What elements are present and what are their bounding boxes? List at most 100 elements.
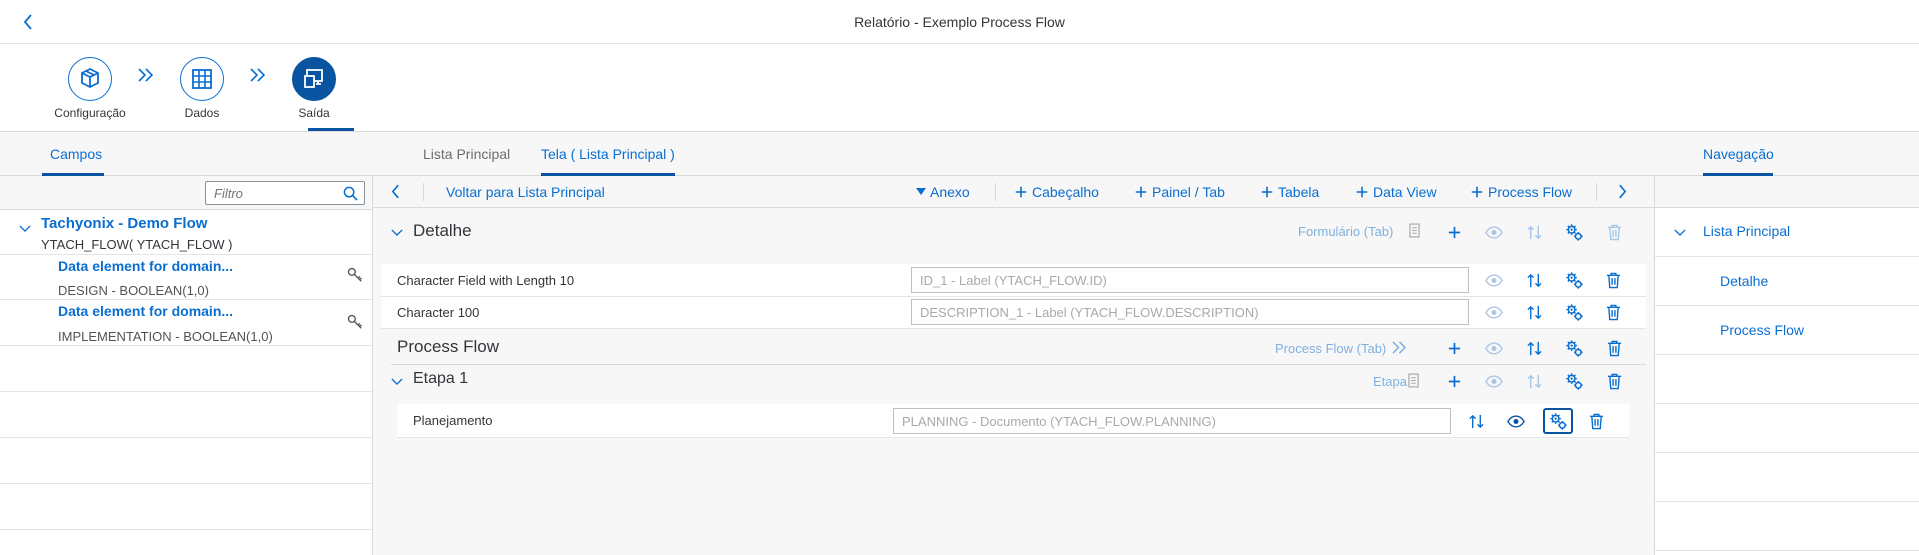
settings-gears-icon[interactable] — [1561, 368, 1587, 394]
nav-item-label: Detalhe — [1720, 273, 1769, 289]
settings-gears-icon[interactable] — [1561, 219, 1587, 245]
chevron-left-icon[interactable] — [391, 184, 400, 199]
tree-item-title: Data element for domain... — [58, 303, 234, 319]
field-input[interactable]: PLANNING - Documento (YTACH_FLOW.PLANNIN… — [893, 408, 1451, 434]
empty-row — [1655, 453, 1919, 502]
chevron-down-icon[interactable] — [19, 224, 31, 233]
nav-item-lista-principal[interactable]: Lista Principal — [1655, 208, 1919, 257]
tab-campos[interactable]: Campos — [50, 146, 102, 162]
add-icon[interactable] — [1441, 219, 1467, 245]
sort-icon[interactable] — [1521, 267, 1547, 293]
navigation-panel: Lista Principal Detalhe Process Flow — [1654, 176, 1919, 555]
sort-icon[interactable] — [1521, 335, 1547, 361]
section-type-label: Process Flow (Tab) — [1275, 341, 1387, 356]
chevron-right-icon[interactable] — [1618, 184, 1627, 199]
field-label: Character Field with Length 10 — [397, 273, 575, 288]
search-icon[interactable] — [343, 186, 358, 201]
tree-item-subtitle: DESIGN - BOOLEAN(1,0) — [58, 283, 209, 298]
painel-tab-label: Painel / Tab — [1152, 184, 1225, 200]
divider — [391, 364, 1646, 365]
form-field-row[interactable]: Character Field with Length 10 ID_1 - La… — [381, 264, 1646, 297]
eye-icon[interactable] — [1481, 267, 1507, 293]
filter-field[interactable] — [205, 181, 365, 205]
process-flow-section: Process Flow Process Flow (Tab) Etapa 1 … — [391, 337, 1646, 544]
double-chevron-icon — [1391, 341, 1408, 354]
tab-lista-principal[interactable]: Lista Principal — [423, 146, 510, 162]
empty-row — [0, 438, 372, 484]
tab-navegacao[interactable]: Navegação — [1703, 146, 1774, 162]
back-to-main-list-link[interactable]: Voltar para Lista Principal — [446, 184, 605, 200]
section-title-process-flow: Process Flow — [397, 337, 500, 356]
process-flow-label: Process Flow — [1488, 184, 1573, 200]
filter-input[interactable] — [214, 182, 342, 204]
nav-item-label: Lista Principal — [1703, 223, 1791, 239]
trash-icon[interactable] — [1601, 335, 1627, 361]
trash-icon[interactable] — [1583, 408, 1609, 434]
anexo-button[interactable]: Anexo — [916, 184, 970, 200]
double-chevron-icon — [249, 68, 267, 82]
tree-item-title: Data element for domain... — [58, 258, 234, 274]
field-input[interactable]: ID_1 - Label (YTACH_FLOW.ID) — [911, 267, 1469, 293]
add-process-flow-button[interactable]: Process Flow — [1470, 184, 1572, 200]
section-title-detalhe: Detalhe — [413, 221, 472, 240]
eye-icon[interactable] — [1481, 335, 1507, 361]
chevron-down-icon[interactable] — [1674, 228, 1686, 237]
tab-tela-lista-principal[interactable]: Tela ( Lista Principal ) — [541, 146, 675, 162]
add-icon[interactable] — [1441, 335, 1467, 361]
nav-item-detalhe[interactable]: Detalhe — [1655, 257, 1919, 306]
field-input[interactable]: DESCRIPTION_1 - Label (YTACH_FLOW.DESCRI… — [911, 299, 1469, 325]
wizard-step-dados[interactable]: Dados — [157, 57, 247, 120]
wizard-step-label: Configuração — [54, 106, 126, 120]
display-output-icon — [292, 57, 336, 101]
data-view-label: Data View — [1373, 184, 1437, 200]
fields-panel: Tachyonix - Demo Flow YTACH_FLOW( YTACH_… — [0, 176, 373, 555]
empty-row — [0, 484, 372, 530]
add-painel-tab-button[interactable]: Painel / Tab — [1134, 184, 1225, 200]
add-icon[interactable] — [1441, 368, 1467, 394]
nav-item-process-flow[interactable]: Process Flow — [1655, 306, 1919, 355]
sort-icon[interactable] — [1463, 408, 1489, 434]
tree-item[interactable]: Data element for domain... IMPLEMENTATIO… — [0, 300, 372, 346]
editor-toolbar: Voltar para Lista Principal Anexo Cabeça… — [373, 176, 1654, 208]
form-field-row[interactable]: Planejamento PLANNING - Documento (YTACH… — [397, 404, 1629, 438]
empty-row — [1655, 502, 1919, 551]
tree-item[interactable]: Data element for domain... DESIGN - BOOL… — [0, 255, 372, 300]
add-tabela-button[interactable]: Tabela — [1260, 184, 1319, 200]
eye-icon[interactable] — [1481, 219, 1507, 245]
wizard-step-label: Dados — [184, 106, 220, 120]
etapa-title: Etapa 1 — [413, 370, 469, 387]
sort-icon[interactable] — [1521, 219, 1547, 245]
key-icon — [347, 267, 363, 283]
nav-item-label: Process Flow — [1720, 322, 1805, 338]
active-step-indicator — [308, 128, 354, 131]
trash-icon[interactable] — [1600, 267, 1626, 293]
tree-item-subtitle: IMPLEMENTATION - BOOLEAN(1,0) — [58, 329, 273, 344]
tree-root[interactable]: Tachyonix - Demo Flow YTACH_FLOW( YTACH_… — [0, 210, 372, 255]
add-data-view-button[interactable]: Data View — [1355, 184, 1437, 200]
plus-icon — [1014, 185, 1028, 199]
add-cabecalho-button[interactable]: Cabeçalho — [1014, 184, 1099, 200]
double-chevron-icon — [137, 68, 155, 82]
settings-gears-icon[interactable] — [1561, 299, 1587, 325]
empty-row — [0, 346, 372, 392]
eye-icon[interactable] — [1481, 299, 1507, 325]
eye-icon[interactable] — [1481, 368, 1507, 394]
chevron-down-icon[interactable] — [391, 377, 403, 386]
trash-icon[interactable] — [1600, 299, 1626, 325]
chevron-down-icon[interactable] — [391, 228, 403, 237]
empty-row — [1655, 404, 1919, 453]
plus-icon — [1470, 185, 1484, 199]
document-icon — [1409, 223, 1420, 238]
settings-gears-icon[interactable] — [1561, 335, 1587, 361]
form-field-row[interactable]: Character 100 DESCRIPTION_1 - Label (YTA… — [381, 297, 1646, 329]
sort-icon[interactable] — [1521, 368, 1547, 394]
sort-icon[interactable] — [1521, 299, 1547, 325]
eye-icon[interactable] — [1503, 408, 1529, 434]
trash-icon[interactable] — [1601, 368, 1627, 394]
wizard-step-saida[interactable]: Saída — [269, 57, 359, 120]
wizard-step-configuracao[interactable]: Configuração — [45, 57, 135, 120]
settings-gears-icon[interactable] — [1561, 267, 1587, 293]
trash-icon[interactable] — [1601, 219, 1627, 245]
key-icon — [347, 314, 363, 330]
settings-gears-icon[interactable] — [1543, 408, 1573, 434]
